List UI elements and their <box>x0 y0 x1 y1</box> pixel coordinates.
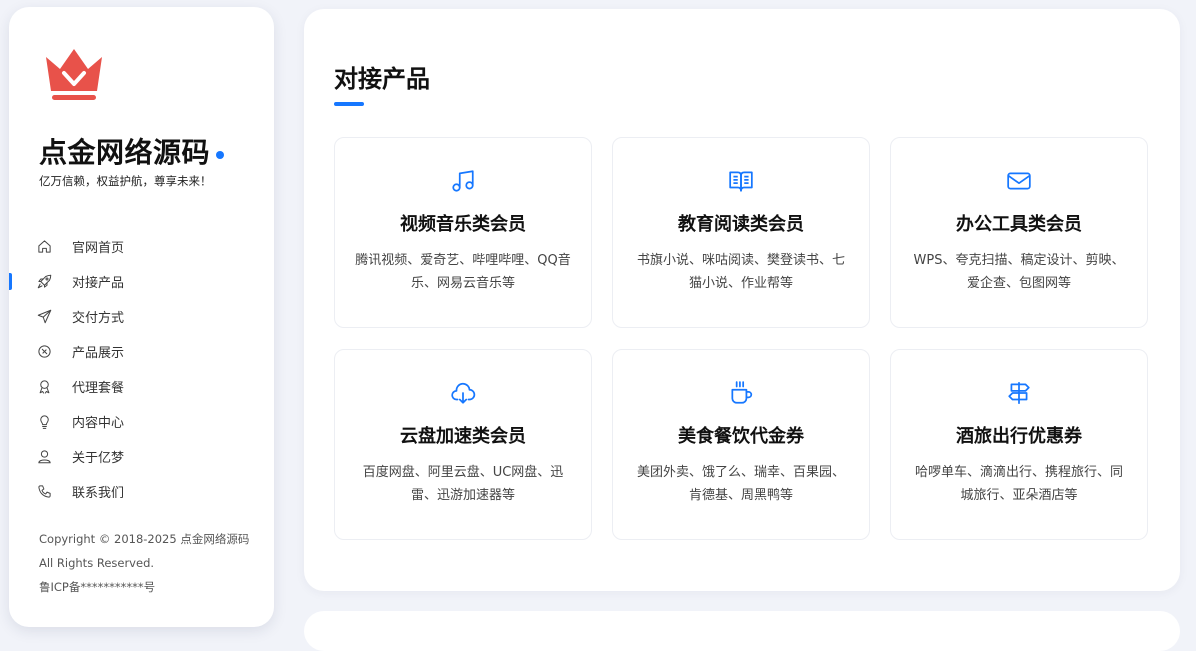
products-panel: 对接产品 视频音乐类会员 腾讯视频、爱奇艺、哔哩哔哩、QQ音乐、网易云音乐等 教… <box>304 9 1180 591</box>
card-title: 美食餐饮代金券 <box>678 426 804 447</box>
rights-text: All Rights Reserved. <box>39 556 155 570</box>
product-card-travel[interactable]: 酒旅出行优惠券 哈啰单车、滴滴出行、携程旅行、同城旅行、亚朵酒店等 <box>890 349 1148 540</box>
card-title: 教育阅读类会员 <box>678 214 804 235</box>
sidebar-item-about[interactable]: 关于亿梦 <box>9 439 274 474</box>
sidebar-item-showcase[interactable]: 产品展示 <box>9 334 274 369</box>
card-title: 酒旅出行优惠券 <box>956 426 1082 447</box>
sidebar-item-label: 交付方式 <box>72 311 125 326</box>
product-card-video-music[interactable]: 视频音乐类会员 腾讯视频、爱奇艺、哔哩哔哩、QQ音乐、网易云音乐等 <box>334 137 592 328</box>
sidebar-item-contact[interactable]: 联系我们 <box>9 474 274 509</box>
sidebar-item-label: 官网首页 <box>72 241 125 256</box>
card-desc: 书旗小说、咪咕阅读、樊登读书、七猫小说、作业帮等 <box>636 253 845 291</box>
sidebar-item-products[interactable]: 对接产品 <box>9 264 274 299</box>
coffee-icon <box>731 381 753 404</box>
sidebar-item-agent[interactable]: 代理套餐 <box>9 369 274 404</box>
sidebar-item-content[interactable]: 内容中心 <box>9 404 274 439</box>
sidebar-item-label: 关于亿梦 <box>72 451 125 466</box>
brand-name-text: 点金网络源码 <box>39 136 211 169</box>
sidebar-item-label: 对接产品 <box>72 276 125 291</box>
card-desc: WPS、夸克扫描、稿定设计、剪映、爱企查、包图网等 <box>913 253 1125 291</box>
card-desc: 百度网盘、阿里云盘、UC网盘、迅雷、迅游加速器等 <box>362 465 564 503</box>
sidebar-footer: Copyright © 2018-2025 点金网络源码 All Rights … <box>39 527 249 599</box>
product-grid: 视频音乐类会员 腾讯视频、爱奇艺、哔哩哔哩、QQ音乐、网易云音乐等 教育阅读类会… <box>334 137 1148 540</box>
brand-slogan: 亿万信赖，权益护航，尊享未来！ <box>39 174 212 188</box>
brand-dot <box>216 151 225 159</box>
book-icon <box>729 171 753 192</box>
home-icon <box>38 240 51 253</box>
music-icon <box>452 170 474 192</box>
sidebar-item-delivery[interactable]: 交付方式 <box>9 299 274 334</box>
compass-icon <box>38 345 51 358</box>
phone-icon <box>38 485 51 498</box>
card-desc: 腾讯视频、爱奇艺、哔哩哔哩、QQ音乐、网易云音乐等 <box>355 253 571 291</box>
sidebar-item-label: 产品展示 <box>72 346 125 361</box>
sidebar-item-label: 联系我们 <box>72 486 125 501</box>
card-title: 视频音乐类会员 <box>400 214 526 235</box>
next-panel <box>304 611 1180 651</box>
award-icon <box>39 380 50 394</box>
card-desc: 哈啰单车、滴滴出行、携程旅行、同城旅行、亚朵酒店等 <box>914 465 1123 503</box>
sidebar: 点金网络源码 亿万信赖，权益护航，尊享未来！ 官网首页 对接产品 交付方式 产品… <box>9 7 274 627</box>
product-card-cloud[interactable]: 云盘加速类会员 百度网盘、阿里云盘、UC网盘、迅雷、迅游加速器等 <box>334 349 592 540</box>
brand-name: 点金网络源码 <box>39 131 225 171</box>
product-card-food[interactable]: 美食餐饮代金券 美团外卖、饿了么、瑞幸、百果园、肯德基、周黑鸭等 <box>612 349 870 540</box>
user-icon <box>38 450 51 464</box>
title-underline <box>334 102 364 106</box>
sidebar-nav: 官网首页 对接产品 交付方式 产品展示 代理套餐 内容中心 关于亿梦 联系我们 <box>9 229 274 509</box>
card-title: 办公工具类会员 <box>956 214 1082 235</box>
product-card-office[interactable]: 办公工具类会员 WPS、夸克扫描、稿定设计、剪映、爱企查、包图网等 <box>890 137 1148 328</box>
sidebar-item-home[interactable]: 官网首页 <box>9 229 274 264</box>
card-title: 云盘加速类会员 <box>400 426 526 447</box>
card-desc: 美团外卖、饿了么、瑞幸、百果园、肯德基、周黑鸭等 <box>636 465 845 503</box>
product-card-education[interactable]: 教育阅读类会员 书旗小说、咪咕阅读、樊登读书、七猫小说、作业帮等 <box>612 137 870 328</box>
signpost-icon <box>1008 382 1030 404</box>
icp-text: 鲁ICP备***********号 <box>39 580 156 594</box>
send-icon <box>37 309 52 324</box>
rocket-icon <box>37 274 52 289</box>
mail-icon <box>1007 172 1031 190</box>
copyright-text: Copyright © 2018-2025 点金网络源码 <box>39 532 250 546</box>
sidebar-item-label: 代理套餐 <box>72 381 125 396</box>
section-title: 对接产品 <box>334 65 430 93</box>
cloud-download-icon <box>451 382 476 404</box>
crown-logo-icon[interactable] <box>42 43 106 107</box>
sidebar-item-label: 内容中心 <box>72 416 125 431</box>
bulb-icon <box>40 415 49 429</box>
